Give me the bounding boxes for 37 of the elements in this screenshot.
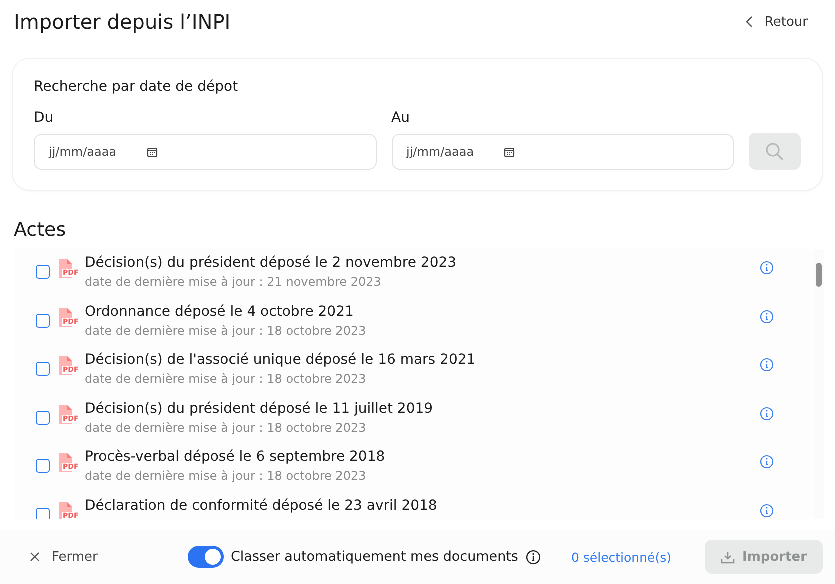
update-date: date de dernière mise à jour : 21 novembre 2023: [85, 274, 382, 291]
checkbox[interactable]: [36, 314, 50, 328]
document-title: Décision(s) du président déposé le 11 juillet 2019: [85, 400, 434, 418]
checkbox[interactable]: [36, 362, 50, 376]
checkbox[interactable]: [36, 410, 50, 424]
close-button[interactable]: Fermer: [30, 550, 188, 564]
document-title: Ordonnance déposé le 4 octobre 2021: [85, 302, 355, 322]
update-date: date de dernière mise à jour : 18 octobre 2023: [85, 468, 368, 485]
field-label: Au: [392, 110, 410, 126]
date-field[interactable]: jj/mm/aaaa: [34, 134, 376, 170]
toggle-label: Classer automatiquement mes documents: [231, 549, 518, 565]
update-date: date de dernière mise à jour : 18 octobre 2023: [85, 322, 368, 340]
update-date: date de dernière mise à jour : 18 octobre 2023: [85, 420, 368, 436]
section-title: Actes: [14, 219, 68, 241]
document-title: Décision(s) du président déposé le 2 novembre 2023: [85, 254, 458, 273]
date-field[interactable]: jj/mm/aaaa: [392, 134, 734, 170]
document-title: Décision(s) de l'associé unique déposé le 16 mars 2021: [85, 351, 477, 370]
info-icon[interactable]: [526, 550, 542, 564]
search-heading: Recherche par date de dépot: [34, 79, 240, 95]
search-icon: [765, 142, 785, 162]
back-link[interactable]: Retour: [746, 14, 808, 30]
checkbox[interactable]: [36, 459, 50, 473]
calendar-icon: [146, 146, 158, 158]
document-title: Procès-verbal déposé le 6 septembre 2018: [85, 448, 386, 467]
update-date: date de dernière mise à jour : 18 octobre 2023: [85, 371, 368, 388]
field-label: Du: [34, 110, 54, 126]
page-title: Importer depuis l’INPI: [14, 10, 231, 34]
document-title: Déclaration de conformité déposé le 23 avril 2018: [85, 496, 438, 516]
toggle-switch[interactable]: [188, 546, 224, 568]
chevron-left-icon: [746, 16, 754, 28]
download-icon: [720, 550, 735, 564]
checkbox[interactable]: [36, 265, 50, 279]
checkbox[interactable]: [36, 508, 50, 519]
close-icon: [30, 552, 40, 562]
selection-count: 0 sélectionné(s): [571, 550, 672, 564]
scrollbar[interactable]: [814, 249, 824, 519]
calendar-icon: [504, 146, 516, 158]
